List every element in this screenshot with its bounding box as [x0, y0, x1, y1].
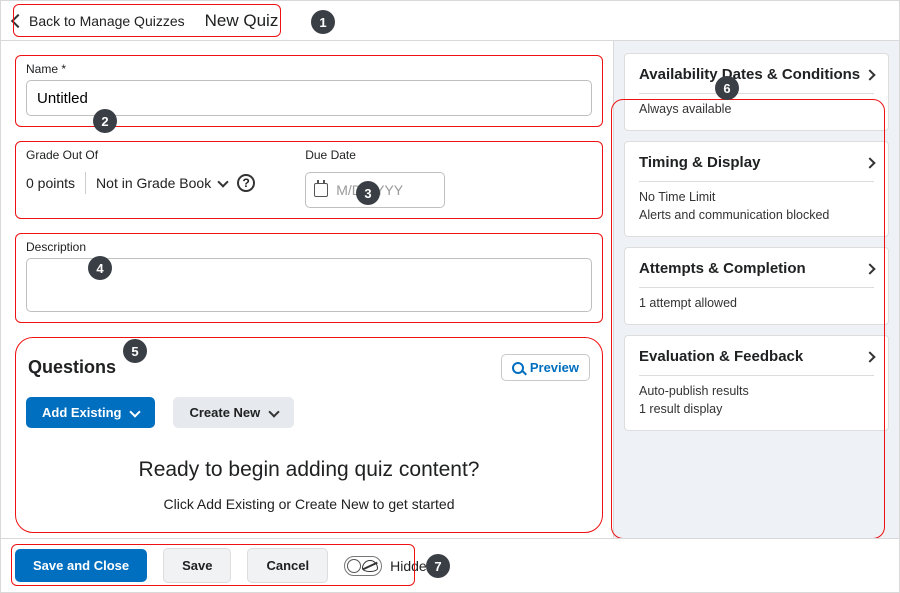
visibility-toggle[interactable]: Hidden	[344, 556, 434, 576]
chevron-down-icon	[218, 176, 229, 187]
cancel-button[interactable]: Cancel	[247, 548, 328, 583]
chevron-left-icon	[11, 13, 25, 27]
annotation-marker-3: 3	[356, 181, 380, 205]
timing-line-1: No Time Limit	[639, 190, 874, 204]
questions-title: Questions	[28, 357, 116, 378]
evaluation-line-1: Auto-publish results	[639, 384, 874, 398]
save-button[interactable]: Save	[163, 548, 231, 583]
annotation-marker-4: 4	[88, 256, 112, 280]
chevron-right-icon	[864, 351, 875, 362]
availability-panel[interactable]: Availability Dates & Conditions Always a…	[624, 53, 889, 131]
gradebook-dropdown[interactable]: Not in Grade Book	[96, 175, 227, 191]
gradebook-status: Not in Grade Book	[96, 175, 211, 191]
annotation-marker-7: 7	[426, 554, 450, 578]
preview-button[interactable]: Preview	[501, 354, 590, 381]
timing-display-panel[interactable]: Timing & Display No Time Limit Alerts an…	[624, 141, 889, 237]
add-existing-button[interactable]: Add Existing	[26, 397, 155, 428]
annotation-marker-6: 6	[715, 76, 739, 100]
annotation-marker-5: 5	[123, 339, 147, 363]
chevron-down-icon	[130, 406, 141, 417]
back-to-manage-quizzes[interactable]: Back to Manage Quizzes	[13, 13, 185, 29]
questions-empty-sub: Click Add Existing or Create New to get …	[26, 496, 592, 512]
grade-points: 0 points	[26, 175, 75, 191]
add-existing-label: Add Existing	[42, 405, 121, 420]
preview-label: Preview	[530, 360, 579, 375]
annotation-marker-2: 2	[93, 109, 117, 133]
create-new-label: Create New	[189, 405, 260, 420]
chevron-right-icon	[864, 157, 875, 168]
questions-section: Questions Preview 5 Add Existing Create …	[15, 337, 603, 533]
annotation-marker-1: 1	[311, 10, 335, 34]
attempts-title: Attempts & Completion	[639, 260, 806, 277]
grade-out-of-label: Grade Out Of	[26, 148, 255, 162]
create-new-button[interactable]: Create New	[173, 397, 294, 428]
save-and-close-button[interactable]: Save and Close	[15, 549, 147, 582]
evaluation-line-2: 1 result display	[639, 402, 874, 416]
questions-empty-heading: Ready to begin adding quiz content?	[26, 458, 592, 482]
availability-title: Availability Dates & Conditions	[639, 66, 860, 83]
evaluation-panel[interactable]: Evaluation & Feedback Auto-publish resul…	[624, 335, 889, 431]
chevron-right-icon	[864, 69, 875, 80]
description-label: Description	[26, 240, 592, 254]
attempts-line: 1 attempt allowed	[639, 296, 874, 310]
chevron-down-icon	[269, 406, 280, 417]
name-label: Name *	[26, 62, 592, 76]
timing-line-2: Alerts and communication blocked	[639, 208, 874, 222]
grade-help-icon[interactable]: ?	[237, 174, 255, 192]
page-title: New Quiz	[205, 11, 279, 31]
calendar-icon	[314, 183, 328, 197]
attempts-panel[interactable]: Attempts & Completion 1 attempt allowed	[624, 247, 889, 325]
preview-icon	[512, 362, 524, 374]
back-label: Back to Manage Quizzes	[29, 13, 185, 29]
evaluation-title: Evaluation & Feedback	[639, 348, 803, 365]
availability-line: Always available	[639, 102, 874, 116]
timing-title: Timing & Display	[639, 154, 760, 171]
due-date-label: Due Date	[305, 148, 445, 162]
settings-rail: Availability Dates & Conditions Always a…	[613, 41, 899, 538]
chevron-right-icon	[864, 263, 875, 274]
hidden-icon	[362, 560, 378, 572]
grade-due-section: Grade Out Of 0 points Not in Grade Book …	[15, 141, 603, 219]
